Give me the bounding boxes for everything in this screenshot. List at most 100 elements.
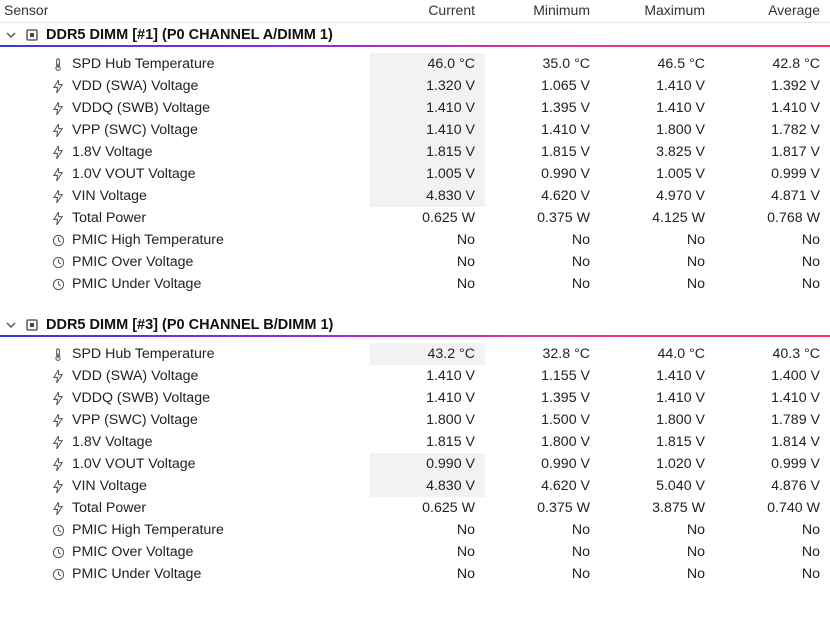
volt-icon <box>50 480 66 493</box>
cell-cur: 1.800 V <box>370 409 485 431</box>
col-average[interactable]: Average <box>715 0 830 23</box>
cell-min: 0.375 W <box>485 207 600 229</box>
cell-avg: 1.410 V <box>715 387 830 409</box>
table-row[interactable]: Total Power0.625 W0.375 W4.125 W0.768 W <box>0 207 830 229</box>
cell-min: 1.065 V <box>485 75 600 97</box>
col-maximum[interactable]: Maximum <box>600 0 715 23</box>
cell-avg: 0.999 V <box>715 163 830 185</box>
table-row[interactable]: VDD (SWA) Voltage1.410 V1.155 V1.410 V1.… <box>0 365 830 387</box>
cell-min: 1.815 V <box>485 141 600 163</box>
table-row[interactable]: VDD (SWA) Voltage1.320 V1.065 V1.410 V1.… <box>0 75 830 97</box>
cell-cur: 1.815 V <box>370 431 485 453</box>
table-row[interactable]: PMIC Over VoltageNoNoNoNo <box>0 251 830 273</box>
table-row[interactable]: VPP (SWC) Voltage1.800 V1.500 V1.800 V1.… <box>0 409 830 431</box>
table-row[interactable]: VDDQ (SWB) Voltage1.410 V1.395 V1.410 V1… <box>0 387 830 409</box>
col-minimum[interactable]: Minimum <box>485 0 600 23</box>
group-header-row[interactable]: DDR5 DIMM [#3] (P0 CHANNEL B/DIMM 1) <box>0 313 830 343</box>
cell-min: 1.395 V <box>485 387 600 409</box>
sensor-label: 1.8V Voltage <box>72 434 152 450</box>
sensor-label: VPP (SWC) Voltage <box>72 122 198 138</box>
cell-cur: 1.410 V <box>370 97 485 119</box>
cell-min: 4.620 V <box>485 185 600 207</box>
cell-avg: 1.817 V <box>715 141 830 163</box>
temp-icon <box>50 58 66 71</box>
sensor-label: PMIC Over Voltage <box>72 254 193 270</box>
table-row[interactable]: Total Power0.625 W0.375 W3.875 W0.740 W <box>0 497 830 519</box>
table-row[interactable]: PMIC Under VoltageNoNoNoNo <box>0 273 830 295</box>
memory-chip-icon <box>24 27 40 43</box>
cell-avg: 1.400 V <box>715 365 830 387</box>
sensor-label: VPP (SWC) Voltage <box>72 412 198 428</box>
sensor-label: Total Power <box>72 500 146 516</box>
cell-cur: No <box>370 229 485 251</box>
cell-min: 1.395 V <box>485 97 600 119</box>
cell-max: 1.800 V <box>600 409 715 431</box>
volt-icon <box>50 414 66 427</box>
cell-max: 3.825 V <box>600 141 715 163</box>
cell-cur: 4.830 V <box>370 185 485 207</box>
group-title: DDR5 DIMM [#3] (P0 CHANNEL B/DIMM 1) <box>46 317 333 333</box>
clock-icon <box>50 234 66 247</box>
sensor-label: 1.0V VOUT Voltage <box>72 166 196 182</box>
sensor-label: PMIC Under Voltage <box>72 276 201 292</box>
table-row[interactable]: PMIC High TemperatureNoNoNoNo <box>0 519 830 541</box>
clock-icon <box>50 256 66 269</box>
table-row[interactable]: VDDQ (SWB) Voltage1.410 V1.395 V1.410 V1… <box>0 97 830 119</box>
cell-max: 4.970 V <box>600 185 715 207</box>
cell-cur: 1.815 V <box>370 141 485 163</box>
cell-avg: No <box>715 563 830 585</box>
cell-cur: No <box>370 541 485 563</box>
sensor-label: PMIC High Temperature <box>72 522 224 538</box>
clock-icon <box>50 546 66 559</box>
cell-max: 1.815 V <box>600 431 715 453</box>
cell-cur: No <box>370 519 485 541</box>
cell-min: 4.620 V <box>485 475 600 497</box>
volt-icon <box>50 392 66 405</box>
sensor-label: PMIC Over Voltage <box>72 544 193 560</box>
group-title: DDR5 DIMM [#1] (P0 CHANNEL A/DIMM 1) <box>46 27 333 43</box>
group-header-row[interactable]: DDR5 DIMM [#1] (P0 CHANNEL A/DIMM 1) <box>0 23 830 54</box>
chevron-down-icon[interactable] <box>4 28 18 42</box>
volt-icon <box>50 370 66 383</box>
cell-cur: No <box>370 251 485 273</box>
table-row[interactable]: SPD Hub Temperature43.2 °C32.8 °C44.0 °C… <box>0 343 830 365</box>
chevron-down-icon[interactable] <box>4 318 18 332</box>
clock-icon <box>50 524 66 537</box>
temp-icon <box>50 348 66 361</box>
sensor-label: PMIC Under Voltage <box>72 566 201 582</box>
table-row[interactable]: 1.8V Voltage1.815 V1.815 V3.825 V1.817 V <box>0 141 830 163</box>
volt-icon <box>50 124 66 137</box>
sensor-label: VDDQ (SWB) Voltage <box>72 390 210 406</box>
cell-avg: 40.3 °C <box>715 343 830 365</box>
table-row[interactable]: PMIC Over VoltageNoNoNoNo <box>0 541 830 563</box>
table-row[interactable]: 1.0V VOUT Voltage1.005 V0.990 V1.005 V0.… <box>0 163 830 185</box>
table-row[interactable]: 1.0V VOUT Voltage0.990 V0.990 V1.020 V0.… <box>0 453 830 475</box>
table-row[interactable]: PMIC High TemperatureNoNoNoNo <box>0 229 830 251</box>
cell-avg: 0.740 W <box>715 497 830 519</box>
sensor-label: VIN Voltage <box>72 188 147 204</box>
group-spacer <box>0 295 830 313</box>
clock-icon <box>50 568 66 581</box>
cell-max: 44.0 °C <box>600 343 715 365</box>
col-sensor[interactable]: Sensor <box>0 0 370 23</box>
table-row[interactable]: 1.8V Voltage1.815 V1.800 V1.815 V1.814 V <box>0 431 830 453</box>
cell-avg: 4.871 V <box>715 185 830 207</box>
sensor-label: VDD (SWA) Voltage <box>72 368 198 384</box>
table-row[interactable]: VPP (SWC) Voltage1.410 V1.410 V1.800 V1.… <box>0 119 830 141</box>
cell-cur: 4.830 V <box>370 475 485 497</box>
volt-icon <box>50 80 66 93</box>
sensor-label: VIN Voltage <box>72 478 147 494</box>
cell-max: 1.410 V <box>600 365 715 387</box>
cell-avg: No <box>715 229 830 251</box>
sensor-label: VDD (SWA) Voltage <box>72 78 198 94</box>
table-row[interactable]: PMIC Under VoltageNoNoNoNo <box>0 563 830 585</box>
volt-icon <box>50 146 66 159</box>
table-row[interactable]: SPD Hub Temperature46.0 °C35.0 °C46.5 °C… <box>0 53 830 75</box>
col-current[interactable]: Current <box>370 0 485 23</box>
cell-max: 3.875 W <box>600 497 715 519</box>
cell-cur: 43.2 °C <box>370 343 485 365</box>
table-row[interactable]: VIN Voltage4.830 V4.620 V5.040 V4.876 V <box>0 475 830 497</box>
group-underline <box>0 335 830 337</box>
cell-cur: 1.410 V <box>370 387 485 409</box>
table-row[interactable]: VIN Voltage 4.830 V4.620 V4.970 V4.871 V <box>0 185 830 207</box>
